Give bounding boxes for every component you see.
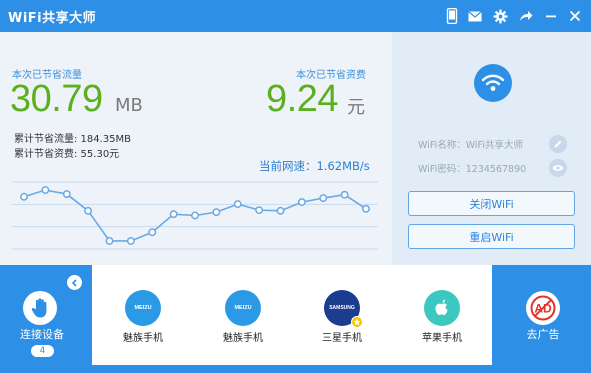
device-label: 魅族手机 [123, 333, 163, 344]
speed-point [362, 204, 370, 213]
hand-icon[interactable] [23, 291, 57, 325]
remove-ads-label[interactable]: 去广告 [503, 326, 583, 342]
total-money-saved: 累计节省资费: 55.30元 [14, 149, 120, 160]
speed-point [169, 210, 178, 219]
speed-chart [12, 181, 378, 250]
close-icon[interactable] [565, 6, 585, 26]
device-meizu-1[interactable]: MEIZU 魅族手机 [103, 290, 183, 344]
speed-point [340, 190, 349, 199]
device-label: 魅族手机 [223, 333, 263, 344]
speed-point [255, 206, 264, 215]
device-apple[interactable]: 苹果手机 [402, 290, 482, 344]
meizu-logo-icon: MEIZU [125, 290, 161, 326]
device-meizu-2[interactable]: MEIZU 魅族手机 [203, 290, 283, 344]
total-traffic-saved: 累计节省流量: 184.35MB [14, 134, 132, 145]
speed-point [233, 200, 242, 209]
mail-icon[interactable] [465, 6, 485, 26]
speed-point [297, 198, 306, 207]
speed-point [20, 192, 28, 201]
collapse-button[interactable] [67, 275, 82, 290]
adblock-icon[interactable]: AD [526, 291, 560, 325]
restart-wifi-button[interactable]: 重启WiFi [408, 224, 575, 249]
edit-icon[interactable] [549, 135, 567, 153]
traffic-saved-value: 30.79 [10, 78, 103, 120]
speed-point [62, 190, 71, 199]
apple-logo-icon [424, 290, 460, 326]
money-saved-unit: 元 [347, 97, 365, 118]
minimize-icon[interactable] [541, 6, 561, 26]
eye-icon[interactable] [549, 159, 567, 177]
current-speed: 当前网速：1.62MB/s [259, 159, 370, 173]
gear-icon[interactable] [490, 6, 510, 26]
wifi-password: WiFi密码：1234567890 [418, 164, 527, 175]
speed-point [84, 206, 93, 215]
close-wifi-button[interactable]: 关闭WiFi [408, 191, 575, 216]
star-icon [351, 316, 363, 328]
phone-icon[interactable] [442, 6, 462, 26]
share-icon[interactable] [516, 6, 536, 26]
wifi-name: WiFi名称：WiFi共享大师 [418, 140, 523, 151]
speed-point [276, 206, 285, 215]
app-title: WiFi共享大师 [8, 11, 97, 26]
device-label: 苹果手机 [422, 333, 462, 344]
speed-point [126, 237, 135, 245]
speed-point [319, 194, 328, 203]
samsung-logo-icon: SAMSUNG [324, 290, 363, 328]
title-bar: WiFi共享大师 [0, 0, 591, 32]
speed-point [105, 237, 114, 245]
speed-point [191, 211, 199, 220]
connect-devices-label[interactable]: 连接设备 [5, 326, 79, 342]
speed-point [212, 208, 221, 217]
money-saved-value: 9.24 [266, 78, 338, 120]
wifi-icon [474, 64, 512, 102]
device-label: 三星手机 [322, 333, 362, 344]
device-samsung[interactable]: SAMSUNG 三星手机 [302, 290, 382, 344]
meizu-logo-icon: MEIZU [225, 290, 261, 326]
device-count-badge: 4 [31, 345, 54, 357]
speed-point [148, 228, 157, 237]
traffic-saved-unit: MB [115, 95, 143, 116]
speed-point [41, 186, 50, 194]
